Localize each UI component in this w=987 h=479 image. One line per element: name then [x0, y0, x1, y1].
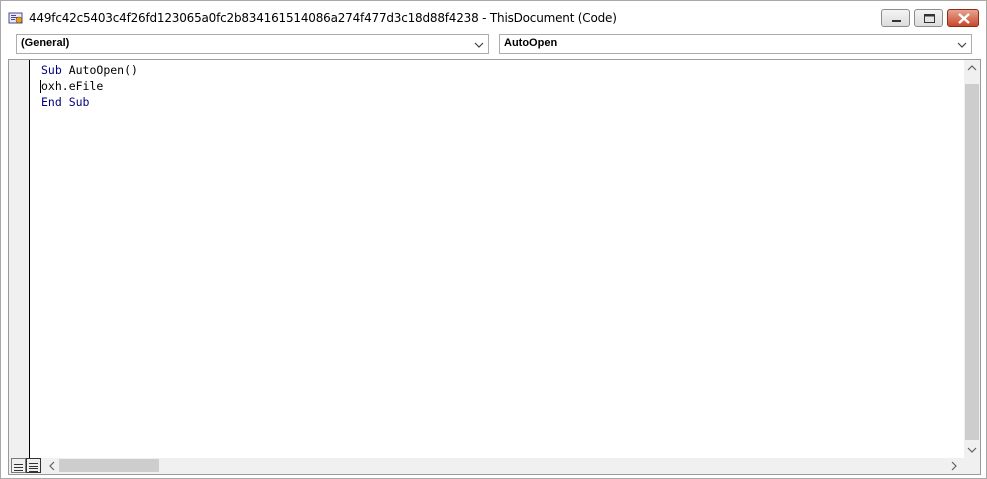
vertical-scroll-thumb[interactable]: [965, 84, 979, 440]
code-keyword: Sub: [41, 63, 69, 77]
maximize-button[interactable]: [914, 9, 943, 27]
title-bar[interactable]: 449fc42c5403c4f26fd123065a0fc2b834161514…: [1, 1, 986, 33]
horizontal-scroll-row: [9, 458, 980, 474]
scroll-up-icon[interactable]: [964, 62, 980, 74]
procedure-view-button[interactable]: [11, 458, 26, 473]
size-grip[interactable]: [964, 458, 980, 474]
chevron-down-icon: [957, 42, 967, 48]
code-editor: Sub AutoOpen() oxh.eFile End Sub: [8, 59, 981, 475]
close-button[interactable]: [947, 9, 979, 27]
scroll-down-icon[interactable]: [964, 444, 980, 456]
code-text-area[interactable]: Sub AutoOpen() oxh.eFile End Sub: [30, 60, 964, 458]
minimize-button[interactable]: [881, 9, 910, 27]
code-window: 449fc42c5403c4f26fd123065a0fc2b834161514…: [0, 0, 987, 479]
code-line[interactable]: End Sub: [41, 95, 89, 109]
procedure-view-icon: [14, 464, 23, 471]
object-dropdown-value: (General): [21, 37, 70, 49]
code-line[interactable]: Sub AutoOpen(): [41, 63, 138, 77]
minimize-icon: [892, 20, 901, 22]
scroll-right-icon[interactable]: [948, 460, 960, 472]
margin-indicator-bar[interactable]: [9, 60, 30, 458]
full-module-view-button[interactable]: [26, 458, 41, 473]
procedure-dropdown-value: AutoOpen: [504, 37, 558, 49]
vertical-scrollbar[interactable]: [964, 60, 980, 458]
code-keyword: End Sub: [41, 95, 90, 109]
horizontal-scrollbar[interactable]: [42, 458, 964, 474]
scroll-left-icon[interactable]: [46, 460, 58, 472]
chevron-down-icon: [474, 42, 484, 48]
code-line[interactable]: oxh.eFile: [41, 79, 103, 93]
procedure-dropdown[interactable]: AutoOpen: [499, 34, 972, 54]
horizontal-scroll-thumb[interactable]: [59, 459, 159, 472]
full-module-view-icon: [29, 463, 38, 472]
app-icon: [8, 12, 23, 24]
object-dropdown[interactable]: (General): [16, 34, 489, 54]
window-title: 449fc42c5403c4f26fd123065a0fc2b834161514…: [29, 11, 617, 25]
code-token: AutoOpen(): [68, 63, 138, 77]
code-token: oxh.eFile: [41, 79, 104, 93]
maximize-icon: [924, 14, 935, 23]
close-icon: [958, 13, 970, 24]
